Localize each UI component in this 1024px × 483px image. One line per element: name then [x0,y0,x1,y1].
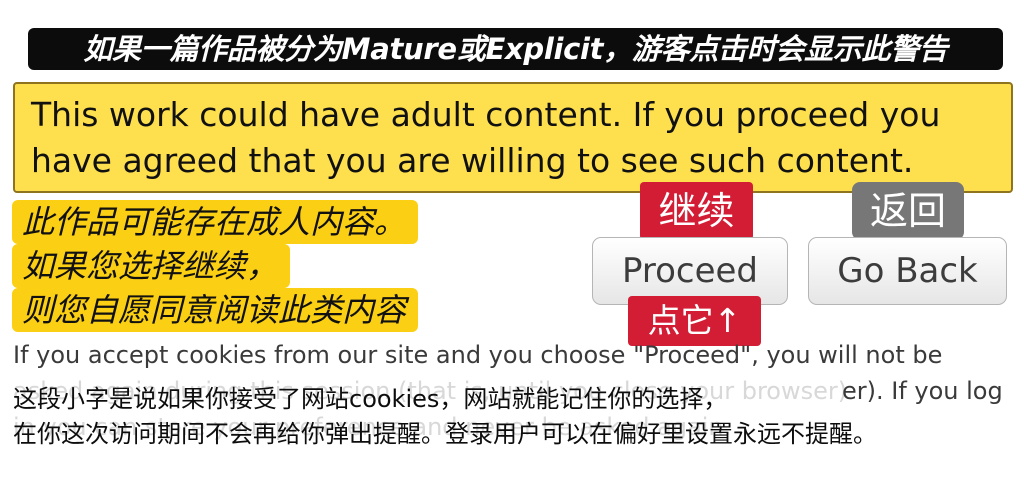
continue-annotation: 继续 [640,182,753,240]
warning-line-2: have agreed that you are willing to see … [31,141,914,180]
overlay-zh-line-2: 在你这次访问期间不会再给你弹出提醒。登录用户可以在偏好里设置永远不提醒。 [13,420,877,448]
proceed-button[interactable]: Proceed [592,237,788,305]
click-it-annotation: 点它↑ [628,296,761,346]
annotation-zh-line-1: 此作品可能存在成人内容。 [12,200,419,244]
adult-content-warning: This work could have adult content. If y… [13,82,1013,193]
annotation-zh-line-2: 如果您选择继续， [12,244,291,288]
annotation-banner: 如果一篇作品被分为Mature或Explicit，游客点击时会显示此警告 [28,28,1003,70]
go-back-button[interactable]: Go Back [808,237,1007,305]
overlay-zh-line-1: 这段小字是说如果你接受了网站cookies，网站就能记住你的选择， [13,385,728,413]
back-annotation: 返回 [852,182,964,240]
annotation-zh-line-3: 则您自愿同意阅读此类内容 [12,288,419,332]
warning-line-1: This work could have adult content. If y… [31,95,941,134]
cookie-notice-line-2-end: er). If you log [842,377,1003,405]
cookie-notice-line-1: If you accept cookies from our site and … [13,341,943,369]
